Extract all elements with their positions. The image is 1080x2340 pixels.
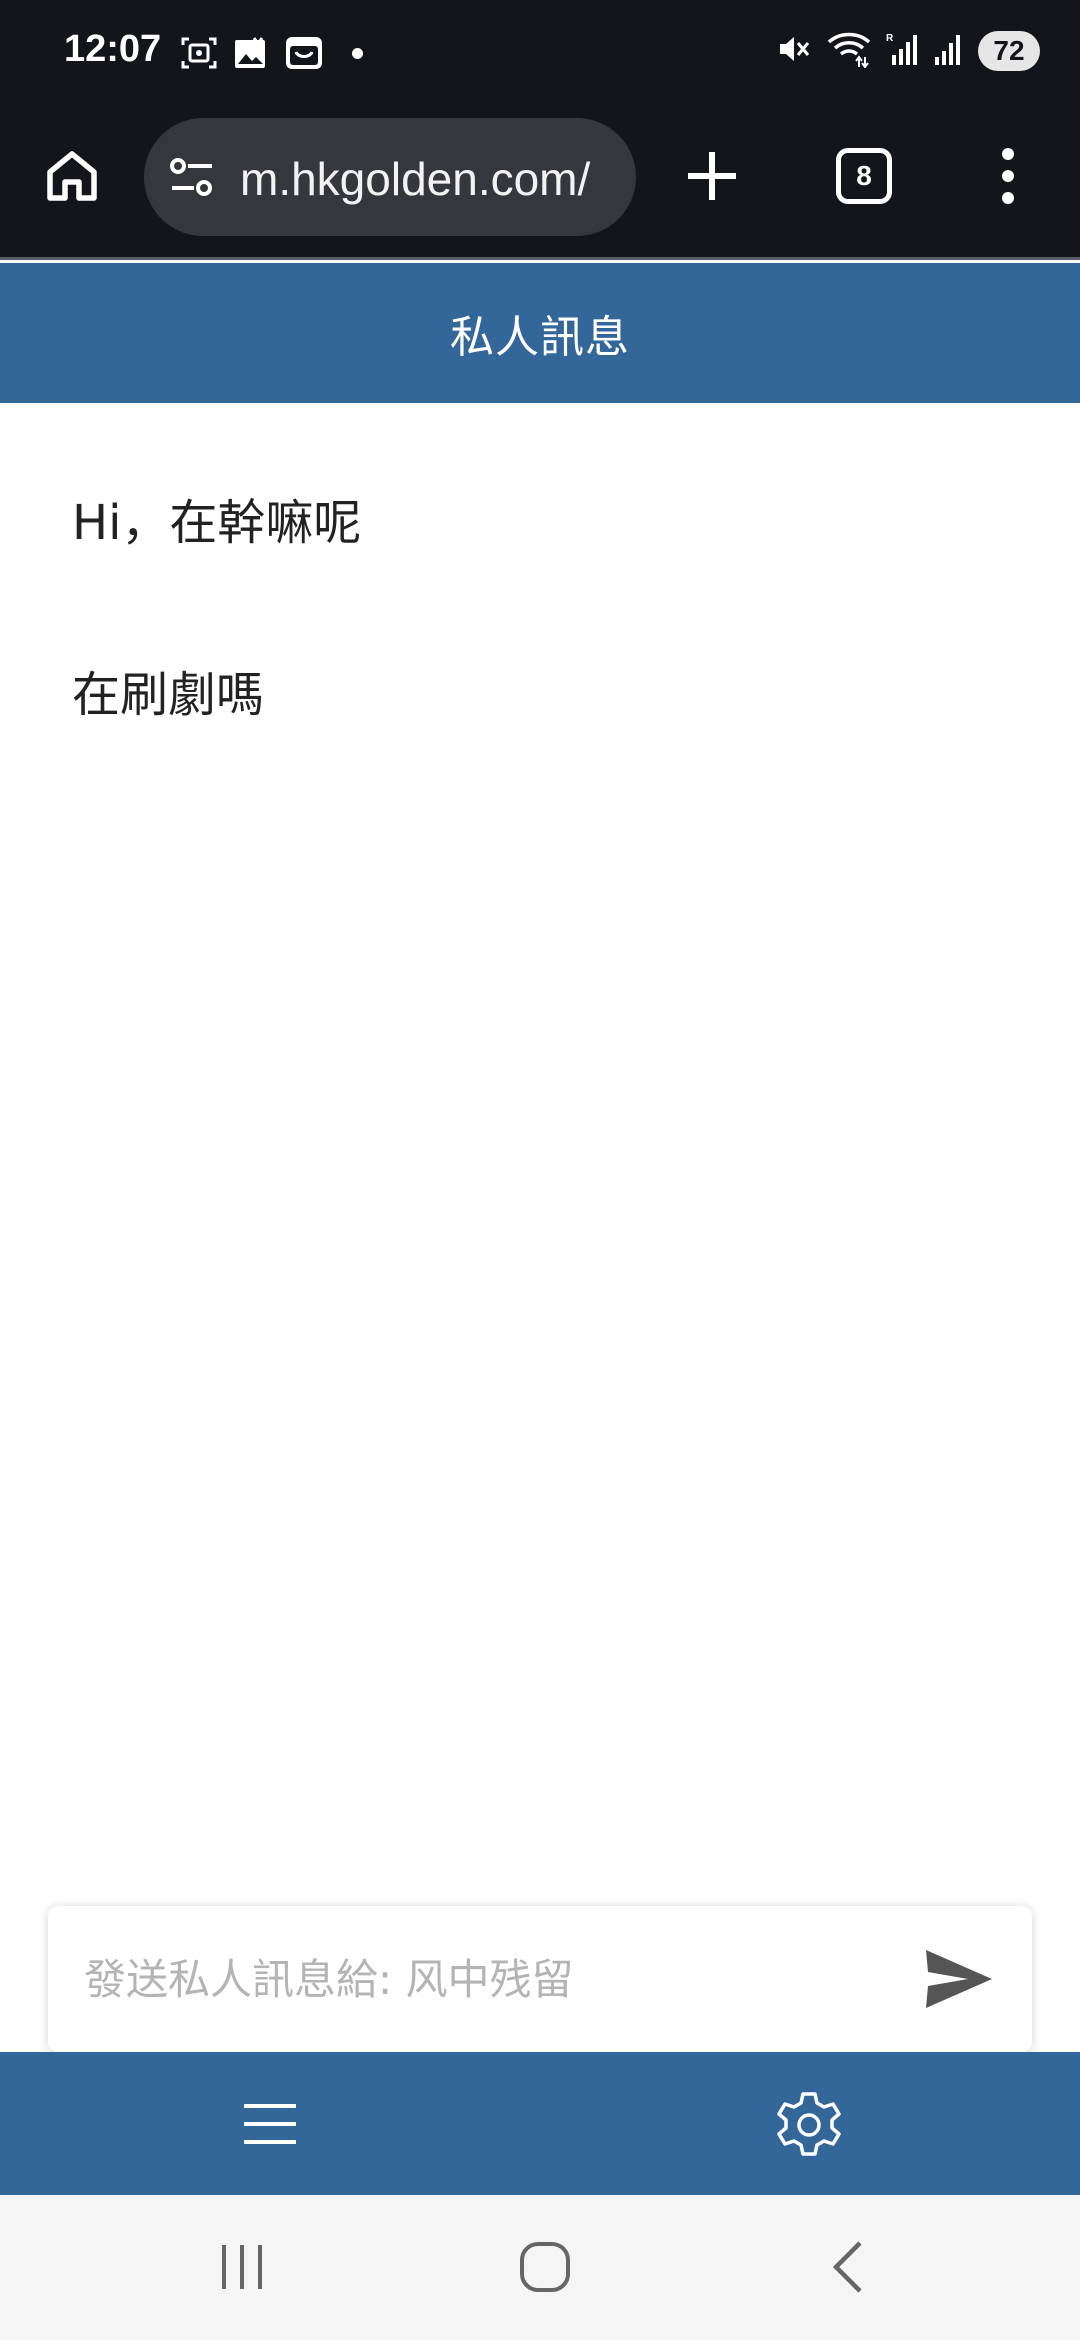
message-input[interactable] xyxy=(84,1934,904,2024)
url-text[interactable]: m.hkgolden.com/ xyxy=(240,152,620,206)
status-left-icons xyxy=(180,34,363,72)
back-icon[interactable] xyxy=(828,2239,868,2299)
page-header: 私人訊息 xyxy=(0,263,1080,403)
mute-icon xyxy=(776,31,812,71)
tune-icon[interactable] xyxy=(168,156,216,202)
home-icon[interactable] xyxy=(40,144,104,208)
gallery-icon xyxy=(232,34,270,72)
home-circle-icon[interactable] xyxy=(518,2239,572,2299)
list-item: Hi，在幹嘛呢 xyxy=(72,495,362,551)
status-bar: 12:07 R 72 xyxy=(0,0,1080,110)
system-nav-bar xyxy=(0,2195,1080,2340)
bottom-nav xyxy=(0,2052,1080,2195)
status-time: 12:07 xyxy=(64,28,162,70)
plus-icon[interactable] xyxy=(680,144,744,208)
hamburger-menu-icon[interactable] xyxy=(240,2096,300,2152)
recents-icon[interactable] xyxy=(218,2241,266,2297)
battery-icon: 72 xyxy=(978,31,1040,71)
svg-text:R: R xyxy=(886,33,894,44)
signal-r-icon: R xyxy=(886,31,920,71)
browser-toolbar: m.hkgolden.com/ 8 xyxy=(0,110,1080,260)
wifi-icon xyxy=(826,30,872,72)
tab-switcher-button[interactable]: 8 xyxy=(836,148,892,204)
screenshot-icon xyxy=(180,34,218,72)
page-title: 私人訊息 xyxy=(450,312,630,363)
settings-gear-icon[interactable] xyxy=(774,2090,844,2160)
signal-icon xyxy=(934,31,964,71)
notification-dot xyxy=(352,47,363,59)
more-vert-icon[interactable] xyxy=(990,144,1026,208)
send-icon[interactable] xyxy=(924,1946,994,2012)
shop-icon xyxy=(284,34,324,72)
list-item: 在刷劇嗎 xyxy=(72,667,265,723)
compose-box xyxy=(48,1906,1032,2052)
status-right-icons: R 72 xyxy=(776,30,1040,72)
url-bar[interactable]: m.hkgolden.com/ xyxy=(144,118,636,236)
